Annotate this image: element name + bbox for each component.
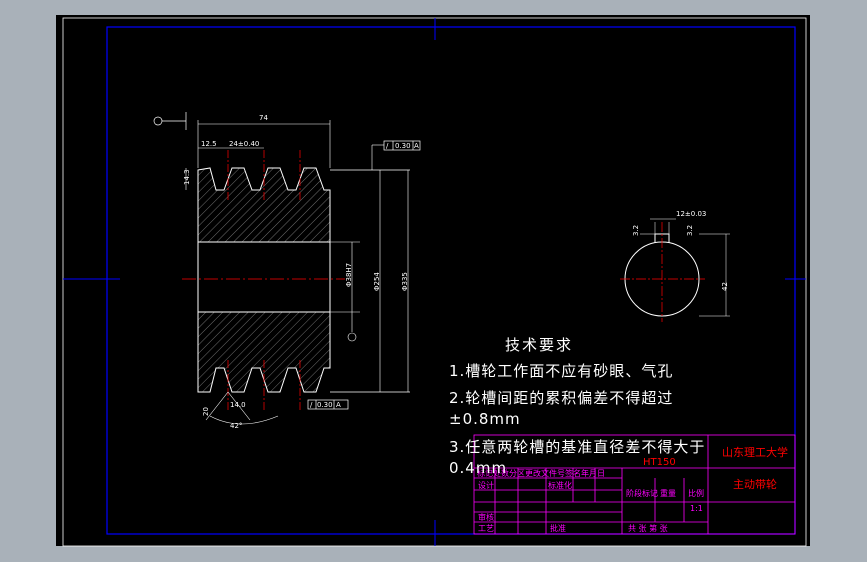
dim-keyway-depth: 3.2 [632, 225, 640, 236]
drawing-frame [106, 26, 796, 535]
tech-requirements-title: 技术要求 [505, 336, 574, 354]
dim-overall-width: 74 [259, 114, 268, 122]
dim-groove-depth: 14.3 [183, 169, 191, 185]
approve-label: 批准 [550, 523, 566, 533]
tech-requirement-2: 2.轮槽间距的累积偏差不得超过 [449, 389, 674, 407]
dim-groove-top: 14.0 [230, 401, 246, 409]
tech-requirement-3: ±0.8mm [449, 410, 521, 428]
pulley-bore [197, 241, 331, 313]
dim-mid-dia: Φ254 [373, 272, 381, 291]
university-name: 山东理工大学 [722, 445, 788, 459]
standardization-label: 标准化 [548, 480, 572, 490]
dim-keyway-ra: 3.2 [686, 225, 694, 236]
runout-symbol-bottom: / [310, 401, 313, 409]
scale-label: 比例 [688, 488, 704, 498]
process-label: 工艺 [478, 524, 494, 533]
drawing-canvas: 74 12.5 24±0.40 14.3 / 0.30 A Φ38H7 Φ254… [62, 17, 807, 547]
dim-outer-dia: Φ335 [401, 272, 409, 291]
scale-value: 1:1 [690, 504, 703, 513]
runout-value-top: 0.30 [395, 142, 411, 150]
dim-groove-depth-bottom: 20 [202, 407, 210, 416]
dim-keyway-width: 12±0.03 [676, 210, 706, 218]
runout-value-bottom: 0.30 [317, 401, 333, 409]
stage-mark-label: 阶段标记 [626, 488, 658, 498]
part-name: 主动带轮 [733, 477, 777, 491]
dim-groove-angle: 42° [230, 422, 242, 430]
tech-requirement-1: 1.槽轮工作面不应有砂眼、气孔 [449, 362, 674, 380]
dim-bore-dia: Φ38H7 [345, 263, 353, 287]
weight-label: 重量 [660, 488, 676, 498]
runout-datum-top: A [414, 142, 419, 150]
dim-groove-offset: 12.5 [201, 140, 217, 148]
sheets-label: 共 张 第 张 [628, 523, 668, 533]
datum-a-marker [347, 332, 357, 342]
material: HT150 [643, 457, 676, 468]
runout-symbol-top: / [386, 142, 389, 150]
tech-requirement-5: 0.4mm [449, 459, 508, 477]
review-label: 审核 [478, 512, 494, 522]
runout-datum-bottom: A [336, 401, 341, 409]
design-label: 设计 [478, 480, 494, 490]
symbol-circle [153, 116, 163, 126]
groove-angle-arc [209, 415, 279, 425]
tech-requirement-4: 3.任意两轮槽的基准直径差不得大于 [449, 438, 706, 456]
sheet-border [62, 17, 807, 547]
dim-keyway-height: 42 [721, 282, 729, 291]
dim-groove-pitch: 24±0.40 [229, 140, 259, 148]
